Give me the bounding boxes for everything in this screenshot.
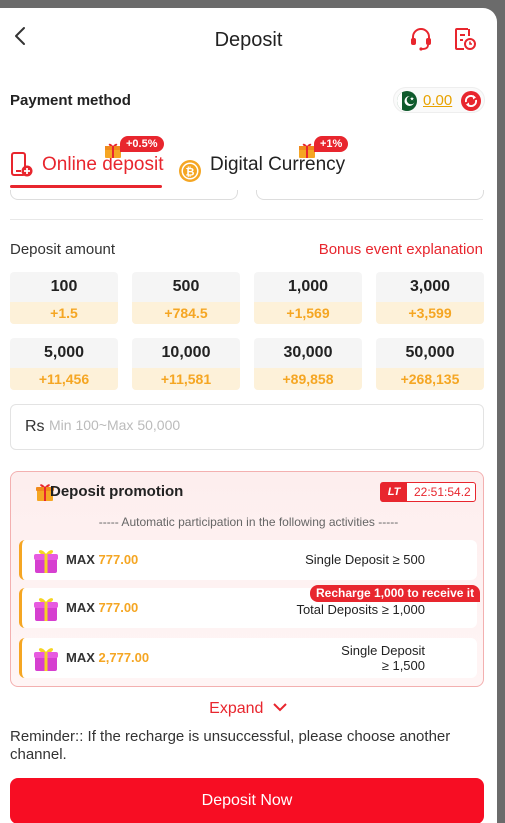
gift-box-icon: [34, 598, 58, 621]
promotion-activity[interactable]: MAX 2,777.00 Single Deposit ≥ 1,500: [19, 638, 477, 678]
activity-condition: Total Deposits ≥ 1,000: [296, 602, 425, 617]
amount-value: 100: [50, 278, 78, 295]
amount-input[interactable]: [49, 417, 449, 433]
deposit-now-button[interactable]: Deposit Now: [10, 778, 484, 823]
payment-method-label: Payment method: [10, 92, 131, 109]
amount-option[interactable]: 30,000 +89,858: [254, 338, 362, 390]
amount-input-box: Rs: [10, 404, 484, 450]
expand-button[interactable]: Expand: [0, 700, 497, 718]
max-label: MAX: [66, 600, 95, 615]
amount-option[interactable]: 100 +1.5: [10, 272, 118, 324]
amount-bonus: +89,858: [254, 368, 362, 390]
amount-option[interactable]: 5,000 +11,456: [10, 338, 118, 390]
max-value: 777.00: [98, 600, 139, 615]
bonus-event-link[interactable]: Bonus event explanation: [319, 241, 483, 258]
expand-label: Expand: [209, 700, 264, 717]
reminder-text: Reminder:: If the recharge is unsuccessf…: [10, 728, 451, 763]
divider: [10, 219, 483, 220]
pakistan-flag-icon: [397, 91, 417, 111]
amount-bonus: +11,456: [10, 368, 118, 390]
deposit-history-icon[interactable]: [452, 26, 478, 52]
amount-bonus: +268,135: [376, 368, 484, 390]
condition-line: Single Deposit: [341, 643, 425, 658]
max-reward: MAX 777.00: [66, 552, 138, 567]
wallet-balance[interactable]: 0.00: [393, 87, 485, 113]
tab-online-deposit[interactable]: Online deposit: [10, 148, 170, 190]
amount-option[interactable]: 500 +784.5: [132, 272, 240, 324]
refresh-icon[interactable]: [461, 91, 481, 111]
amount-value: 3,000: [409, 278, 451, 295]
activity-condition: Single Deposit ≥ 1,500: [341, 643, 425, 673]
tab-bonus-badge: +1%: [314, 136, 349, 152]
channel-card[interactable]: [10, 190, 238, 200]
svg-text:₿: ₿: [186, 166, 195, 179]
active-tab-indicator: [10, 185, 162, 188]
amount-bonus: +3,599: [376, 302, 484, 324]
customer-service-icon[interactable]: [408, 26, 434, 52]
amount-value: 5,000: [43, 344, 85, 361]
max-label: MAX: [66, 650, 95, 665]
amount-value: 10,000: [161, 344, 211, 361]
auto-participation-note: ----- Automatic participation in the fol…: [98, 515, 399, 529]
header: Deposit: [0, 8, 497, 72]
recharge-tag: Recharge 1,000 to receive it: [310, 585, 481, 602]
amount-option[interactable]: 10,000 +11,581: [132, 338, 240, 390]
amount-option[interactable]: 50,000 +268,135: [376, 338, 484, 390]
max-value: 777.00: [98, 552, 139, 567]
amount-bonus: +784.5: [132, 302, 240, 324]
amount-bonus: +11,581: [132, 368, 240, 390]
amount-bonus: +1.5: [10, 302, 118, 324]
amount-value: 50,000: [405, 344, 455, 361]
promotion-activity[interactable]: MAX 777.00 Single Deposit ≥ 500: [19, 540, 477, 580]
promotion-title: Deposit promotion: [50, 483, 184, 500]
amount-value: 30,000: [283, 344, 333, 361]
phone-deposit-icon: [11, 152, 33, 177]
lt-badge: LT: [381, 483, 407, 501]
amount-value: 1,000: [287, 278, 329, 295]
countdown-time: 22:51:54.2: [414, 485, 471, 499]
max-reward: MAX 2,777.00: [66, 650, 149, 665]
amount-option[interactable]: 1,000 +1,569: [254, 272, 362, 324]
tab-label: Digital Currency: [210, 154, 346, 175]
currency-label: Rs: [25, 418, 45, 435]
max-label: MAX: [66, 552, 95, 567]
activity-condition: Single Deposit ≥ 500: [305, 552, 425, 567]
tab-digital-currency[interactable]: ₿ Digital Currency: [177, 148, 357, 190]
deposit-page: Deposit Payment method 0.00 Online depos…: [0, 8, 497, 823]
gift-box-icon: [34, 648, 58, 671]
chevron-down-icon: [273, 703, 287, 712]
bitcoin-icon: ₿: [179, 160, 201, 182]
amount-option[interactable]: 3,000 +3,599: [376, 272, 484, 324]
max-reward: MAX 777.00: [66, 600, 138, 615]
amount-bonus: +1,569: [254, 302, 362, 324]
condition-line: ≥ 1,500: [381, 658, 425, 673]
tab-label: Online deposit: [42, 154, 164, 175]
amount-value: 500: [172, 278, 200, 295]
gift-box-icon: [34, 550, 58, 573]
balance-amount: 0.00: [423, 92, 453, 109]
promotion-timer: LT 22:51:54.2: [380, 482, 476, 502]
channel-card[interactable]: [256, 190, 484, 200]
max-value: 2,777.00: [98, 650, 150, 665]
tab-bonus-badge: +0.5%: [120, 136, 164, 152]
deposit-amount-label: Deposit amount: [10, 241, 116, 258]
